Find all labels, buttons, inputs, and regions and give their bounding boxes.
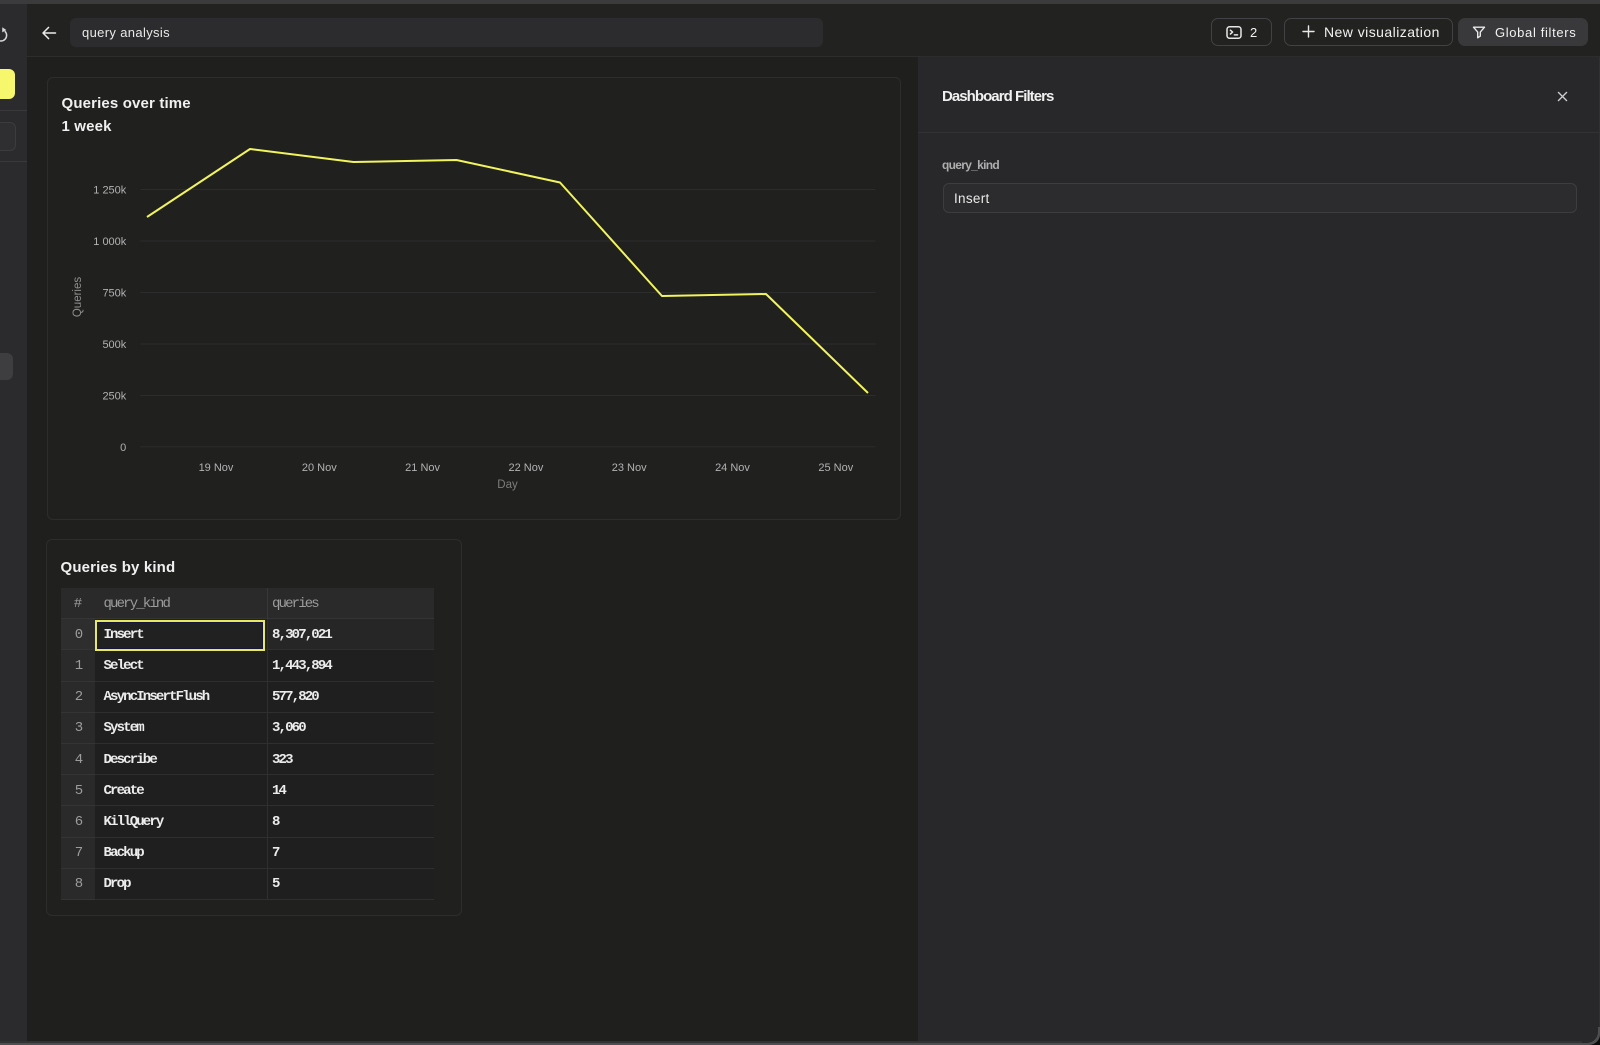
- svg-text:24 Nov: 24 Nov: [715, 462, 750, 474]
- svg-text:0: 0: [120, 442, 126, 454]
- svg-text:1 000k: 1 000k: [93, 236, 127, 248]
- svg-text:25 Nov: 25 Nov: [818, 462, 853, 474]
- svg-text:21 Nov: 21 Nov: [405, 462, 440, 474]
- svg-text:Queries: Queries: [72, 277, 84, 318]
- svg-text:500k: 500k: [102, 339, 126, 351]
- svg-text:19 Nov: 19 Nov: [199, 462, 234, 474]
- svg-text:Day: Day: [497, 479, 518, 491]
- svg-text:23 Nov: 23 Nov: [612, 462, 647, 474]
- svg-text:22 Nov: 22 Nov: [508, 462, 543, 474]
- svg-text:750k: 750k: [102, 288, 126, 300]
- svg-text:20 Nov: 20 Nov: [302, 462, 337, 474]
- svg-text:250k: 250k: [102, 391, 126, 403]
- svg-text:1 250k: 1 250k: [93, 185, 127, 197]
